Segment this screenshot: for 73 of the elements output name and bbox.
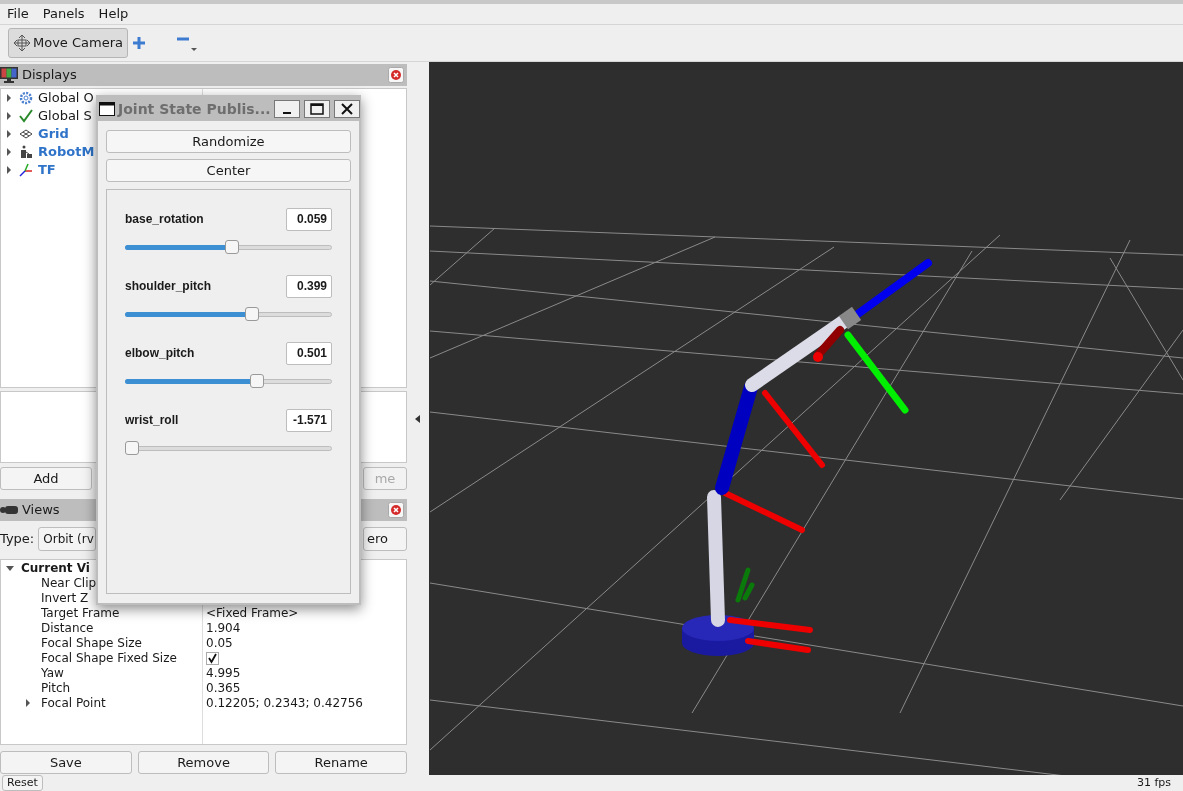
robot-icon [19,144,33,159]
move-arrows-icon [13,34,31,52]
property-name: Distance [41,620,94,636]
panel-button[interactable]: Remove [137,751,270,775]
joint-name: shoulder_pitch [125,278,211,295]
expand-arrow-icon[interactable] [4,110,14,121]
checkmark-icon [19,108,33,123]
slider[interactable] [125,439,332,457]
display-item[interactable]: RobotM [38,142,95,162]
property-name: Focal Shape Size [41,635,142,651]
panel-title: Views [22,501,60,519]
property-value[interactable]: 4.995 [206,665,241,681]
property-name: Focal Shape Fixed Size [41,650,177,666]
dialog-button[interactable]: Randomize [106,130,351,153]
maximize-button[interactable] [303,100,330,118]
joint-name: base_rotation [125,211,204,228]
joint-value-field[interactable]: -1.571 [286,408,332,432]
window-title: Joint State Publis... [118,99,271,119]
joint-name: elbow_pitch [125,345,195,362]
joint-value-field[interactable]: 0.399 [286,274,332,298]
property-name: Target Frame [41,605,120,621]
expand-arrow-icon[interactable] [23,698,33,709]
type-dropdown[interactable]: Orbit (rv [38,526,97,551]
property-value[interactable]: 1.904 [206,620,241,636]
close-icon[interactable] [388,66,404,83]
joint-value-field[interactable]: 0.501 [286,341,332,365]
add-icon[interactable] [132,36,146,50]
joint-value-field[interactable]: 0.059 [286,207,332,231]
property-name: Near Clip [41,575,97,591]
menu-item[interactable]: Panels [41,4,86,24]
menu-item[interactable]: Help [97,4,130,24]
checkbox[interactable] [206,651,219,665]
panel-button[interactable]: Add [0,466,92,490]
axes-icon [19,162,33,177]
window-icon [99,102,115,116]
display-item[interactable]: TF [38,160,56,180]
gear-icon [19,90,33,105]
panel-button[interactable]: Rename [275,751,407,775]
joint-name: wrist_roll [125,412,179,429]
property-name: Invert Z [41,590,89,606]
property-value[interactable]: <Fixed Frame> [206,605,299,621]
zero-button[interactable]: ero [363,526,407,551]
expand-arrow-icon[interactable] [4,128,14,139]
panel-title: Displays [22,66,77,85]
fps-counter: 31 fps [1136,775,1171,791]
dialog-button[interactable]: Center [106,159,351,182]
slider[interactable] [125,372,332,390]
close-button[interactable] [333,100,360,118]
expand-arrow-icon[interactable] [4,92,14,103]
collapse-arrow-icon[interactable] [415,414,421,423]
property-name: Yaw [41,665,64,681]
type-label: Type: [0,529,35,548]
panel-button[interactable]: Save [0,751,132,775]
property-name: Focal Point [41,695,106,711]
close-icon[interactable] [388,501,404,518]
reset-button[interactable]: Reset [2,775,43,791]
slider[interactable] [125,238,332,256]
move-camera-button[interactable]: Move Camera [8,28,128,58]
property-value[interactable]: 0.365 [206,680,241,696]
camera-icon [0,504,18,515]
tree-item[interactable]: Current Vi [21,560,90,576]
expand-arrow-icon[interactable] [4,164,14,175]
slider[interactable] [125,305,332,323]
property-value[interactable]: 0.12205; 0.2343; 0.42756 [206,695,363,711]
display-item[interactable]: Global O [38,88,94,108]
property-name: Pitch [41,680,71,696]
display-item[interactable]: Global S [38,106,92,126]
expand-arrow-icon[interactable] [4,146,14,157]
menu-item[interactable]: File [6,4,30,24]
display-item[interactable]: Grid [38,124,69,144]
monitor-icon [0,66,18,83]
property-value[interactable]: 0.05 [206,635,233,651]
minimize-button[interactable] [273,100,300,118]
